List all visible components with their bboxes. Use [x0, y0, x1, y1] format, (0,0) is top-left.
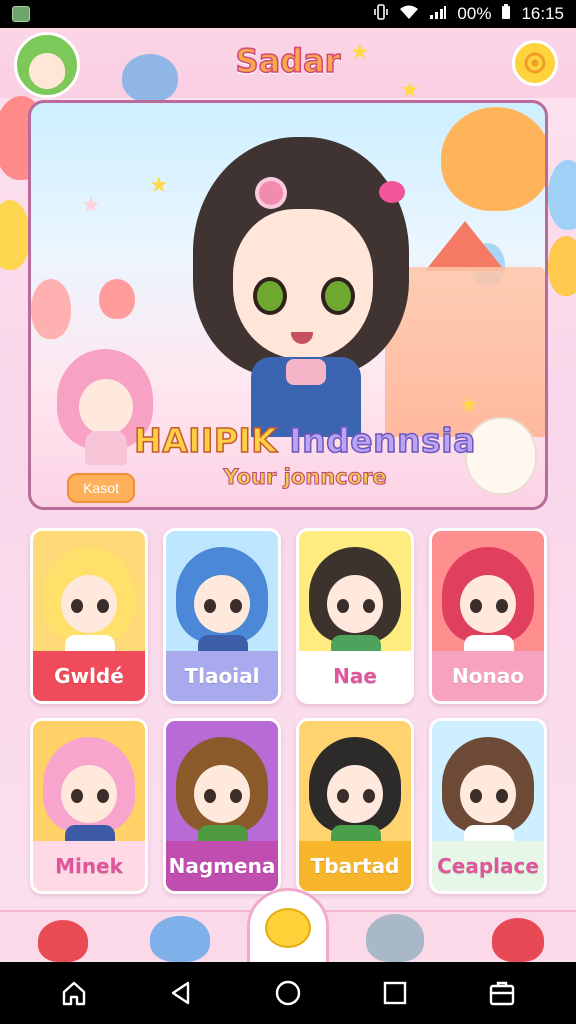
- character-name: Tlaoial: [166, 651, 278, 701]
- character-card[interactable]: Nagmena: [163, 718, 281, 894]
- notification-app-icon: [12, 6, 30, 22]
- home-circle-icon: [275, 980, 301, 1006]
- battery-icon: [501, 3, 511, 25]
- banner-title-part1: HAIIPIK: [133, 420, 278, 461]
- character-portrait: [33, 721, 145, 845]
- duck-icon: [265, 907, 311, 948]
- clock: 16:15: [521, 4, 564, 23]
- character-card[interactable]: Nae: [296, 528, 414, 704]
- star-icon: ★: [350, 40, 370, 65]
- flower-hairpin-icon: [259, 181, 283, 205]
- banner-title: HAIIPIK Indennsia: [31, 420, 545, 461]
- balloon-icon: [548, 236, 576, 296]
- balloon-icon: [548, 160, 576, 230]
- settings-button[interactable]: [512, 40, 558, 86]
- signal-icon: [429, 4, 447, 25]
- featured-character: [181, 127, 421, 437]
- balloon-icon: [441, 107, 545, 211]
- wifi-icon: [399, 4, 419, 25]
- status-bar: 00% 16:15: [0, 0, 576, 28]
- banner-title-part2: Indennsia: [289, 420, 476, 461]
- system-nav-bar: [0, 962, 576, 1024]
- character-portrait: [33, 531, 145, 655]
- character-portrait: [432, 721, 544, 845]
- app-header: Sadar ★ ★: [0, 28, 576, 103]
- character-portrait: [432, 531, 544, 655]
- character-card[interactable]: Nonao: [429, 528, 547, 704]
- recents-button[interactable]: [375, 973, 415, 1013]
- red-mascot-icon[interactable]: [38, 920, 88, 962]
- featured-banner[interactable]: ★ ★ ★ HAIIPIK Indennsia Your jonncore Ka…: [28, 100, 548, 510]
- koala-mascot-icon[interactable]: [366, 914, 424, 962]
- character-name: Nagmena: [166, 841, 278, 891]
- star-icon: ★: [81, 193, 101, 218]
- character-name: Gwldé: [33, 651, 145, 701]
- character-card[interactable]: Tbartad: [296, 718, 414, 894]
- character-portrait: [299, 531, 411, 655]
- balloon-icon: [31, 279, 71, 339]
- apps-icon: [490, 981, 515, 1006]
- character-name: Tbartad: [299, 841, 411, 891]
- home-button[interactable]: [54, 973, 94, 1013]
- character-portrait: [166, 721, 278, 845]
- character-card[interactable]: Tlaoial: [163, 528, 281, 704]
- overview-home-button[interactable]: [268, 973, 308, 1013]
- hair-bow-icon: [379, 181, 405, 203]
- character-portrait: [299, 721, 411, 845]
- vibrate-icon: [373, 3, 389, 25]
- banner-button[interactable]: Kasot: [67, 473, 135, 503]
- character-portrait: [166, 531, 278, 655]
- home-icon: [62, 981, 85, 1006]
- balloon-icon: [0, 200, 30, 270]
- balloon-icon: [99, 279, 135, 319]
- center-mascot-button[interactable]: [247, 888, 329, 964]
- character-name: Minek: [33, 841, 145, 891]
- battery-percent: 00%: [457, 4, 492, 23]
- character-card[interactable]: Gwldé: [30, 528, 148, 704]
- app-title: Sadar: [235, 41, 341, 81]
- character-grid: Gwldé Tlaoial Nae Nonao Minek Nagmena Tbartad C…: [30, 528, 548, 894]
- settings-icon: [524, 52, 546, 74]
- character-card[interactable]: Ceaplace: [429, 718, 547, 894]
- character-card[interactable]: Minek: [30, 718, 148, 894]
- star-icon: ★: [149, 173, 169, 198]
- star-icon: ★: [459, 393, 479, 418]
- character-name: Nonao: [432, 651, 544, 701]
- red-bear-mascot-icon[interactable]: [492, 918, 544, 962]
- character-name: Nae: [299, 651, 411, 701]
- recents-icon: [383, 981, 407, 1005]
- back-icon: [171, 981, 189, 1005]
- blue-mascot-icon[interactable]: [150, 916, 210, 962]
- apps-button[interactable]: [482, 973, 522, 1013]
- character-name: Ceaplace: [432, 841, 544, 891]
- back-button[interactable]: [161, 973, 201, 1013]
